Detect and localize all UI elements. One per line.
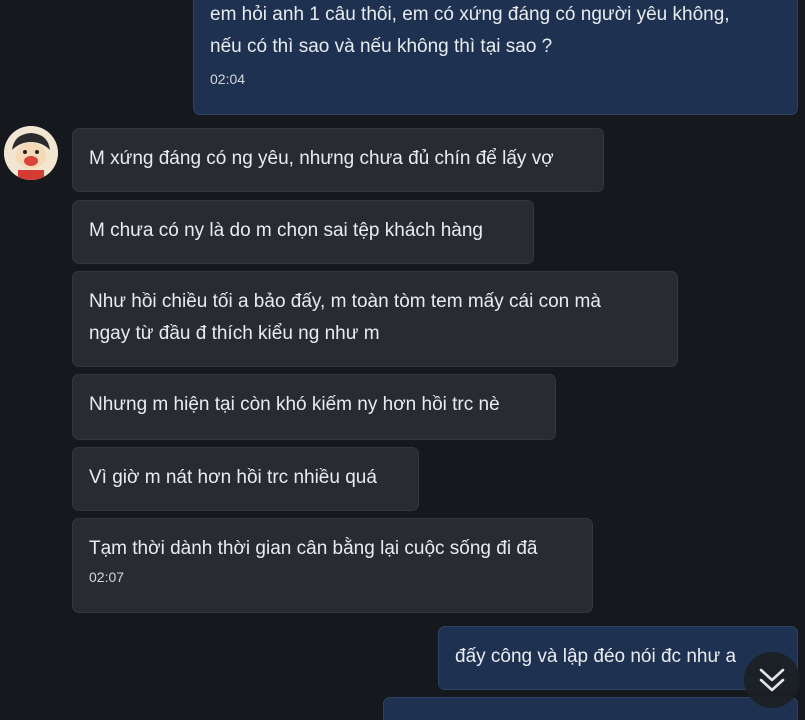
incoming-message[interactable]: Vì giờ m nát hơn hồi trc nhiều quá: [72, 447, 419, 511]
message-text: Nhưng m hiện tại còn khó kiếm ny hơn hồi…: [89, 394, 500, 415]
cartoon-avatar-icon: [4, 126, 58, 180]
message-timestamp: 02:07: [89, 569, 125, 585]
message-text: đấy công và lập đéo nói đc như a: [455, 646, 737, 667]
message-timestamp: 02:04: [210, 71, 246, 87]
message-text: Tạm thời dành thời gian cân bằng lại cuộ…: [89, 538, 538, 559]
chat-window: em hỏi anh 1 câu thôi, em có xứng đáng c…: [0, 0, 805, 720]
message-text: Vì giờ m nát hơn hồi trc nhiều quá: [89, 467, 377, 488]
outgoing-message[interactable]: em hỏi anh 1 câu thôi, em có xứng đáng c…: [193, 0, 798, 115]
incoming-message[interactable]: Nhưng m hiện tại còn khó kiếm ny hơn hồi…: [72, 374, 556, 440]
outgoing-message[interactable]: [383, 697, 798, 720]
sender-avatar[interactable]: [4, 126, 58, 180]
double-chevron-down-icon: [759, 668, 785, 692]
message-text: Như hồi chiều tối a bảo đấy, m toàn tòm …: [89, 291, 601, 344]
incoming-message[interactable]: Như hồi chiều tối a bảo đấy, m toàn tòm …: [72, 271, 678, 367]
message-text: em hỏi anh 1 câu thôi, em có xứng đáng c…: [210, 4, 730, 57]
incoming-message[interactable]: Tạm thời dành thời gian cân bằng lại cuộ…: [72, 518, 593, 613]
incoming-message[interactable]: M chưa có ny là do m chọn sai tệp khách …: [72, 200, 534, 264]
scroll-to-bottom-button[interactable]: [744, 652, 800, 708]
message-text: M xứng đáng có ng yêu, nhưng chưa đủ chí…: [89, 148, 554, 169]
message-text: M chưa có ny là do m chọn sai tệp khách …: [89, 220, 483, 241]
incoming-message[interactable]: M xứng đáng có ng yêu, nhưng chưa đủ chí…: [72, 128, 604, 192]
